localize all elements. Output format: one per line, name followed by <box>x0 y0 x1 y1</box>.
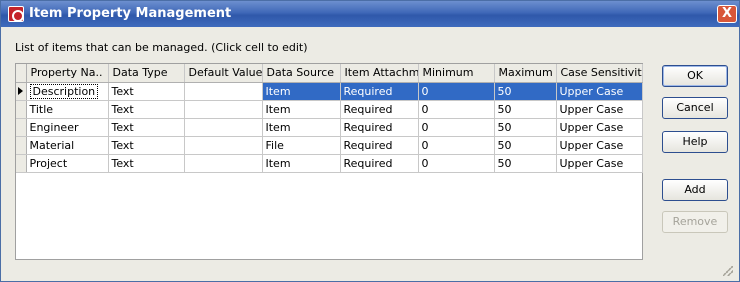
grid-caption: List of items that can be managed. (Clic… <box>15 41 308 54</box>
table-cell[interactable]: Required <box>340 136 419 155</box>
table-row[interactable]: Engineer Text Item Required 0 50 Upper C… <box>16 118 643 137</box>
remove-button[interactable]: Remove <box>662 211 728 233</box>
table-cell[interactable]: Text <box>108 154 185 173</box>
table-row[interactable]: Description Text Item Required 0 50 Uppe… <box>16 82 643 101</box>
table-cell[interactable]: Required <box>340 82 419 101</box>
table-cell[interactable]: Description <box>26 82 109 101</box>
table-cell[interactable]: Upper Case <box>556 154 643 173</box>
table-cell[interactable]: 0 <box>418 82 495 101</box>
item-property-management-window: Item Property Management X List of items… <box>0 0 740 282</box>
table-cell[interactable]: Required <box>340 118 419 137</box>
table-cell[interactable]: Title <box>26 100 109 119</box>
table-cell[interactable]: 0 <box>418 154 495 173</box>
close-button[interactable]: X <box>717 5 737 23</box>
table-cell[interactable]: File <box>262 136 341 155</box>
row-header-corner <box>16 64 27 83</box>
table-cell[interactable]: 50 <box>494 118 557 137</box>
table-cell[interactable] <box>184 136 263 155</box>
ok-button[interactable]: OK <box>662 65 728 87</box>
row-header[interactable] <box>16 118 27 137</box>
table-cell[interactable]: Upper Case <box>556 136 643 155</box>
table-cell[interactable]: Upper Case <box>556 82 643 101</box>
table-cell[interactable]: 0 <box>418 100 495 119</box>
table-cell[interactable]: 50 <box>494 82 557 101</box>
cell-text: Description <box>29 83 99 99</box>
table-cell[interactable] <box>184 154 263 173</box>
table-cell[interactable]: Required <box>340 154 419 173</box>
table-row[interactable]: Title Text Item Required 0 50 Upper Case <box>16 100 643 119</box>
window-title: Item Property Management <box>29 6 232 21</box>
table-cell[interactable]: Item <box>262 100 341 119</box>
table-cell[interactable]: Required <box>340 100 419 119</box>
table-cell[interactable]: Item <box>262 154 341 173</box>
column-header-default-value[interactable]: Default Value <box>184 64 263 83</box>
table-cell[interactable]: Upper Case <box>556 100 643 119</box>
title-bar[interactable]: Item Property Management X <box>1 1 739 27</box>
table-cell[interactable]: Engineer <box>26 118 109 137</box>
table-cell[interactable]: Upper Case <box>556 118 643 137</box>
add-button[interactable]: Add <box>662 179 728 201</box>
table-cell[interactable]: 0 <box>418 136 495 155</box>
table-row[interactable]: Material Text File Required 0 50 Upper C… <box>16 136 643 155</box>
table-cell[interactable] <box>184 82 263 101</box>
table-cell[interactable]: Text <box>108 100 185 119</box>
table-cell[interactable]: Item <box>262 118 341 137</box>
row-header[interactable] <box>16 82 27 101</box>
property-grid[interactable]: Property Na.. Data Type Default Value Da… <box>15 63 643 260</box>
column-header-data-source[interactable]: Data Source <box>262 64 341 83</box>
column-header-case-sensitivity[interactable]: Case Sensitivity <box>556 64 643 83</box>
table-row[interactable]: Project Text Item Required 0 50 Upper Ca… <box>16 154 643 173</box>
header-row: Property Na.. Data Type Default Value Da… <box>16 64 643 83</box>
table-cell[interactable]: Text <box>108 82 185 101</box>
table-cell[interactable] <box>184 100 263 119</box>
resize-grip-icon[interactable] <box>723 266 733 276</box>
help-button[interactable]: Help <box>662 131 728 153</box>
row-header[interactable] <box>16 154 27 173</box>
table-cell[interactable]: 50 <box>494 136 557 155</box>
app-icon <box>8 6 24 22</box>
table-cell[interactable] <box>184 118 263 137</box>
table-cell[interactable]: Text <box>108 118 185 137</box>
column-header-maximum[interactable]: Maximum <box>494 64 557 83</box>
current-row-arrow-icon <box>18 87 23 95</box>
table-cell[interactable]: Project <box>26 154 109 173</box>
table-cell[interactable]: 50 <box>494 154 557 173</box>
column-header-minimum[interactable]: Minimum <box>418 64 495 83</box>
table-cell[interactable]: 0 <box>418 118 495 137</box>
table-cell[interactable]: 50 <box>494 100 557 119</box>
column-header-data-type[interactable]: Data Type <box>108 64 185 83</box>
table-cell[interactable]: Material <box>26 136 109 155</box>
cancel-button[interactable]: Cancel <box>662 97 728 119</box>
row-header[interactable] <box>16 136 27 155</box>
table-cell[interactable]: Text <box>108 136 185 155</box>
column-header-property-name[interactable]: Property Na.. <box>26 64 109 83</box>
property-table: Property Na.. Data Type Default Value Da… <box>16 64 643 173</box>
row-header[interactable] <box>16 100 27 119</box>
table-cell[interactable]: Item <box>262 82 341 101</box>
column-header-item-attachment[interactable]: Item Attachm.. <box>340 64 419 83</box>
